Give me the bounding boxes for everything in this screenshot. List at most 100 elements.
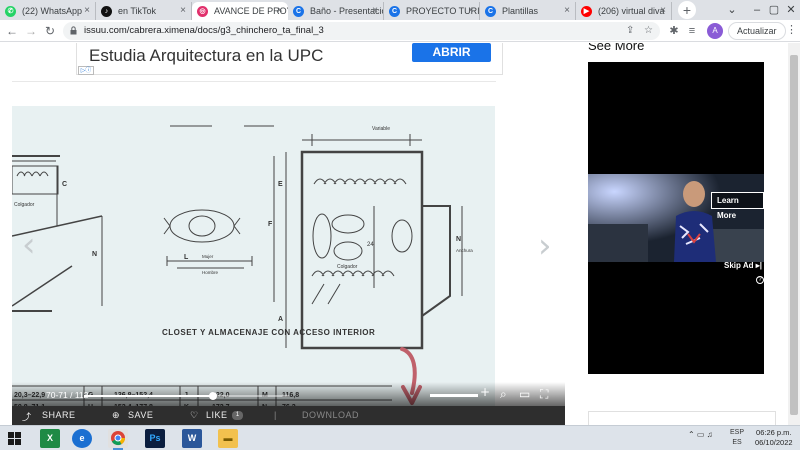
scrollbar-thumb[interactable]	[790, 55, 798, 415]
label-24: 24	[367, 242, 374, 248]
browser-menu-icon[interactable]: ⋮	[786, 23, 797, 36]
windows-taskbar: X e Ps W ▬ ⌃ ▭ ♫ ESP ES 06:26 p.m. 06/10…	[0, 425, 800, 450]
label-n-right: N	[456, 236, 461, 243]
label-l: L	[184, 254, 189, 261]
label-a: A	[278, 316, 283, 323]
windows-start-icon[interactable]	[8, 432, 21, 445]
edge-taskbar-icon[interactable]: e	[72, 429, 92, 448]
label-colgador-left: Colgador	[14, 202, 35, 208]
browser-tab[interactable]: ◎ AVANCE DE PROY ×	[192, 2, 288, 20]
tab-title: en TikTok	[118, 6, 157, 16]
chrome-taskbar-icon[interactable]	[108, 429, 128, 450]
learn-more-button[interactable]: Learn More	[711, 192, 764, 220]
label-hombre: Hombre	[202, 270, 219, 275]
language-top: ESP	[730, 429, 745, 436]
tab-close-icon[interactable]: ×	[564, 2, 570, 20]
browser-tab[interactable]: ♪ en TikTok ×	[96, 2, 192, 20]
back-icon[interactable]: ←	[4, 23, 20, 39]
address-bar[interactable]: issuu.com/cabrera.ximena/docs/g3_chinche…	[63, 22, 660, 40]
ad-open-button[interactable]: ABRIR	[412, 43, 491, 62]
excel-taskbar-icon[interactable]: X	[40, 429, 60, 448]
next-page-icon[interactable]: ›	[538, 229, 552, 263]
share-icon[interactable]: ⤴	[22, 410, 32, 423]
save-button[interactable]: SAVE	[128, 410, 153, 420]
bookmark-star-icon[interactable]: ☆	[644, 22, 653, 40]
label-colgador-center: Colgador	[337, 264, 358, 270]
single-page-view-icon[interactable]: ▭	[519, 387, 530, 401]
video-thumbnail	[588, 174, 764, 262]
label-n-left: N	[92, 251, 97, 258]
tab-close-icon[interactable]: ×	[468, 2, 474, 20]
language-indicator[interactable]: ESP ES	[730, 428, 744, 448]
forward-icon[interactable]: →	[23, 23, 39, 39]
word-taskbar-icon[interactable]: W	[182, 429, 202, 448]
browser-tab[interactable]: C Baño - Presentacio ×	[288, 2, 384, 20]
tab-title: (206) virtual diva	[598, 6, 665, 16]
like-button[interactable]: LIKE	[206, 410, 228, 420]
tab-close-icon[interactable]: ×	[660, 2, 666, 20]
skip-ad-button[interactable]: Skip Ad ▸|	[724, 261, 762, 270]
tab-strip: ✆ (22) WhatsApp × ♪ en TikTok × ◎ AVANCE DE PRO…	[0, 0, 800, 20]
tab-close-icon[interactable]: ×	[180, 2, 186, 20]
search-icon[interactable]: ⌕	[500, 387, 507, 402]
file-explorer-taskbar-icon[interactable]: ▬	[218, 429, 238, 448]
like-icon[interactable]: ♡	[190, 410, 199, 421]
profile-avatar[interactable]: A	[707, 23, 723, 39]
save-icon[interactable]: ⊕	[112, 410, 120, 421]
drawing-caption: CLOSET Y ALMACENAJE CON ACCESO INTERIOR	[162, 328, 375, 337]
zoom-slider[interactable]	[430, 394, 478, 397]
tab-title: Plantillas	[502, 6, 539, 16]
ad-info-icon[interactable]: ?	[756, 276, 764, 284]
label-variable: Variable	[372, 126, 390, 132]
page-scrollbar[interactable]	[788, 43, 800, 425]
label-anchura: Anchura	[456, 248, 473, 253]
browser-tab[interactable]: C PROYECTO TURIS ×	[384, 2, 480, 20]
tab-close-icon[interactable]: ×	[277, 2, 283, 20]
clock[interactable]: 06:26 p.m. 06/10/2022	[755, 428, 793, 448]
see-more-heading: See More	[588, 43, 645, 53]
language-bottom: ES	[732, 439, 742, 446]
tab-search-icon[interactable]: ⌄	[720, 0, 744, 20]
photoshop-taskbar-icon[interactable]: Ps	[145, 429, 165, 448]
video-ad[interactable]: Learn More Skip Ad ▸| ?	[588, 62, 764, 374]
download-divider: |	[274, 410, 277, 420]
banner-ad[interactable]: Estudia Arquitectura en la UPC ABRIR	[76, 43, 503, 75]
new-tab-button[interactable]: +	[678, 1, 696, 19]
clock-time: 06:26 p.m.	[756, 428, 792, 437]
system-tray-icons[interactable]: ⌃ ▭ ♫	[688, 430, 713, 439]
fullscreen-icon[interactable]: ⛶	[540, 387, 548, 402]
clock-date: 06/10/2022	[755, 438, 793, 447]
label-mujer: Mujer	[202, 254, 214, 259]
share-page-icon[interactable]: ⇪	[626, 22, 634, 40]
tab-favicon-icon: ✆	[5, 6, 16, 17]
browser-tab[interactable]: ▶ (206) virtual diva ×	[576, 2, 672, 20]
label-e: E	[278, 181, 283, 188]
browser-toolbar: ← → ↻ issuu.com/cabrera.ximena/docs/g3_c…	[0, 20, 800, 42]
reading-list-icon[interactable]: ≡	[684, 23, 700, 39]
previous-page-icon[interactable]: ‹	[22, 228, 36, 262]
chrome-icon	[111, 431, 126, 446]
page-content: Estudia Arquitectura en la UPC ABRIR ▷ⓘ	[0, 43, 800, 425]
browser-tab[interactable]: C Plantillas ×	[480, 2, 576, 20]
tab-favicon-icon: C	[293, 6, 304, 17]
reload-icon[interactable]: ↻	[42, 23, 58, 39]
video-frame	[588, 174, 764, 262]
page-indicator: 70-71 / 112	[46, 390, 89, 400]
close-window-icon[interactable]: ✕	[779, 0, 800, 20]
share-button[interactable]: SHARE	[42, 410, 76, 420]
extensions-puzzle-icon[interactable]: ✱	[666, 23, 682, 39]
download-button[interactable]: DOWNLOAD	[302, 410, 359, 420]
page-progress-bar[interactable]	[84, 392, 289, 400]
label-c: C	[62, 181, 67, 188]
zoom-in-icon[interactable]: +	[480, 385, 490, 399]
tab-favicon-icon: ♪	[101, 6, 112, 17]
adchoices-icon[interactable]: ▷ⓘ	[78, 66, 94, 75]
update-button[interactable]: Actualizar	[728, 22, 786, 40]
progress-fill	[84, 395, 214, 397]
browser-tab[interactable]: ✆ (22) WhatsApp ×	[0, 2, 96, 20]
tab-close-icon[interactable]: ×	[84, 2, 90, 20]
progress-knob[interactable]	[209, 392, 218, 400]
ad-headline: Estudia Arquitectura en la UPC	[89, 46, 324, 65]
tab-close-icon[interactable]: ×	[372, 2, 378, 20]
tab-list: ✆ (22) WhatsApp × ♪ en TikTok × ◎ AVANCE DE PRO…	[0, 2, 672, 20]
